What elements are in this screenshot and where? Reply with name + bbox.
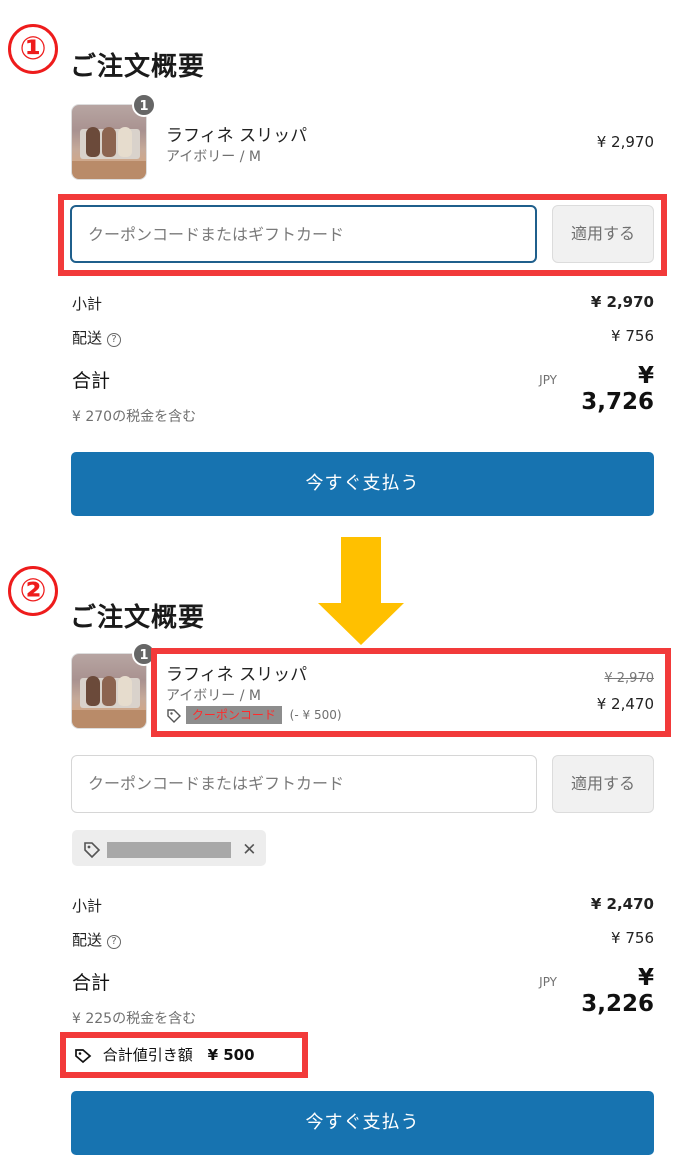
step-2-number: ②: [8, 566, 58, 616]
tax-note: ¥ 270の税金を含む: [72, 409, 197, 425]
tag-icon: [75, 1048, 92, 1063]
product-variant-2: アイボリー / M: [166, 688, 261, 704]
subtotal-value-2: ¥ 2,470: [590, 895, 654, 913]
product-price: ¥ 2,970: [596, 133, 654, 151]
close-icon[interactable]: ✕: [242, 840, 256, 860]
product-name: ラフィネ スリッパ: [166, 126, 308, 146]
product-thumbnail: 1: [71, 93, 156, 180]
coupon-input-2[interactable]: クーポンコードまたはギフトカード: [71, 755, 537, 813]
shipping-row-2: 配送?: [72, 929, 122, 950]
total-value: ¥ 3,726: [581, 363, 654, 415]
total-discount-row: 合計値引き額 ¥ 500: [74, 1044, 255, 1065]
shipping-label: 配送: [72, 329, 103, 347]
subtotal-label: 小計: [72, 295, 103, 313]
tag-icon: [167, 708, 181, 723]
help-circle-icon[interactable]: ?: [107, 333, 122, 347]
coupon-discount: (- ¥ 500): [289, 708, 342, 722]
tag-icon: [84, 841, 101, 858]
discounted-price: ¥ 2,470: [596, 695, 654, 713]
applied-coupon-line: クーポンコード (- ¥ 500): [166, 706, 342, 724]
shipping-value-2: ¥ 756: [611, 929, 654, 947]
pay-now-button[interactable]: 今すぐ支払う: [71, 452, 654, 516]
help-circle-icon[interactable]: ?: [107, 935, 122, 949]
subtotal-value: ¥ 2,970: [590, 293, 654, 311]
product-name-2: ラフィネ スリッパ: [166, 665, 308, 685]
apply-coupon-button[interactable]: 適用する: [552, 205, 654, 263]
order-summary-heading-2: ご注文概要: [70, 603, 206, 633]
tax-note-2: ¥ 225の税金を含む: [72, 1011, 197, 1027]
shipping-row: 配送?: [72, 327, 122, 348]
shipping-label-2: 配送: [72, 931, 103, 949]
order-summary-heading: ご注文概要: [70, 52, 206, 82]
original-price: ¥ 2,970: [604, 671, 654, 686]
currency-code-2: JPY: [539, 975, 557, 989]
shipping-value: ¥ 756: [611, 327, 654, 345]
product-variant: アイボリー / M: [166, 149, 261, 165]
apply-coupon-button-2[interactable]: 適用する: [552, 755, 654, 813]
total-label: 合計: [72, 370, 111, 392]
currency-code: JPY: [539, 373, 557, 387]
coupon-code-label: クーポンコード: [185, 706, 282, 724]
redacted-coupon-code: [107, 841, 232, 858]
pay-now-button-2[interactable]: 今すぐ支払う: [71, 1091, 654, 1155]
total-label-2: 合計: [72, 972, 111, 994]
quantity-badge: 1: [132, 93, 156, 117]
applied-coupon-chip: ✕: [72, 830, 266, 866]
product-thumbnail-2: 1: [71, 642, 156, 729]
discount-value: ¥ 500: [207, 1046, 255, 1064]
subtotal-label-2: 小計: [72, 897, 103, 915]
discount-label: 合計値引き額: [102, 1046, 193, 1064]
down-arrow-icon: [318, 537, 404, 645]
step-1-number: ①: [8, 24, 58, 74]
coupon-input[interactable]: クーポンコードまたはギフトカード: [70, 205, 537, 263]
total-value-2: ¥ 3,226: [581, 965, 654, 1017]
